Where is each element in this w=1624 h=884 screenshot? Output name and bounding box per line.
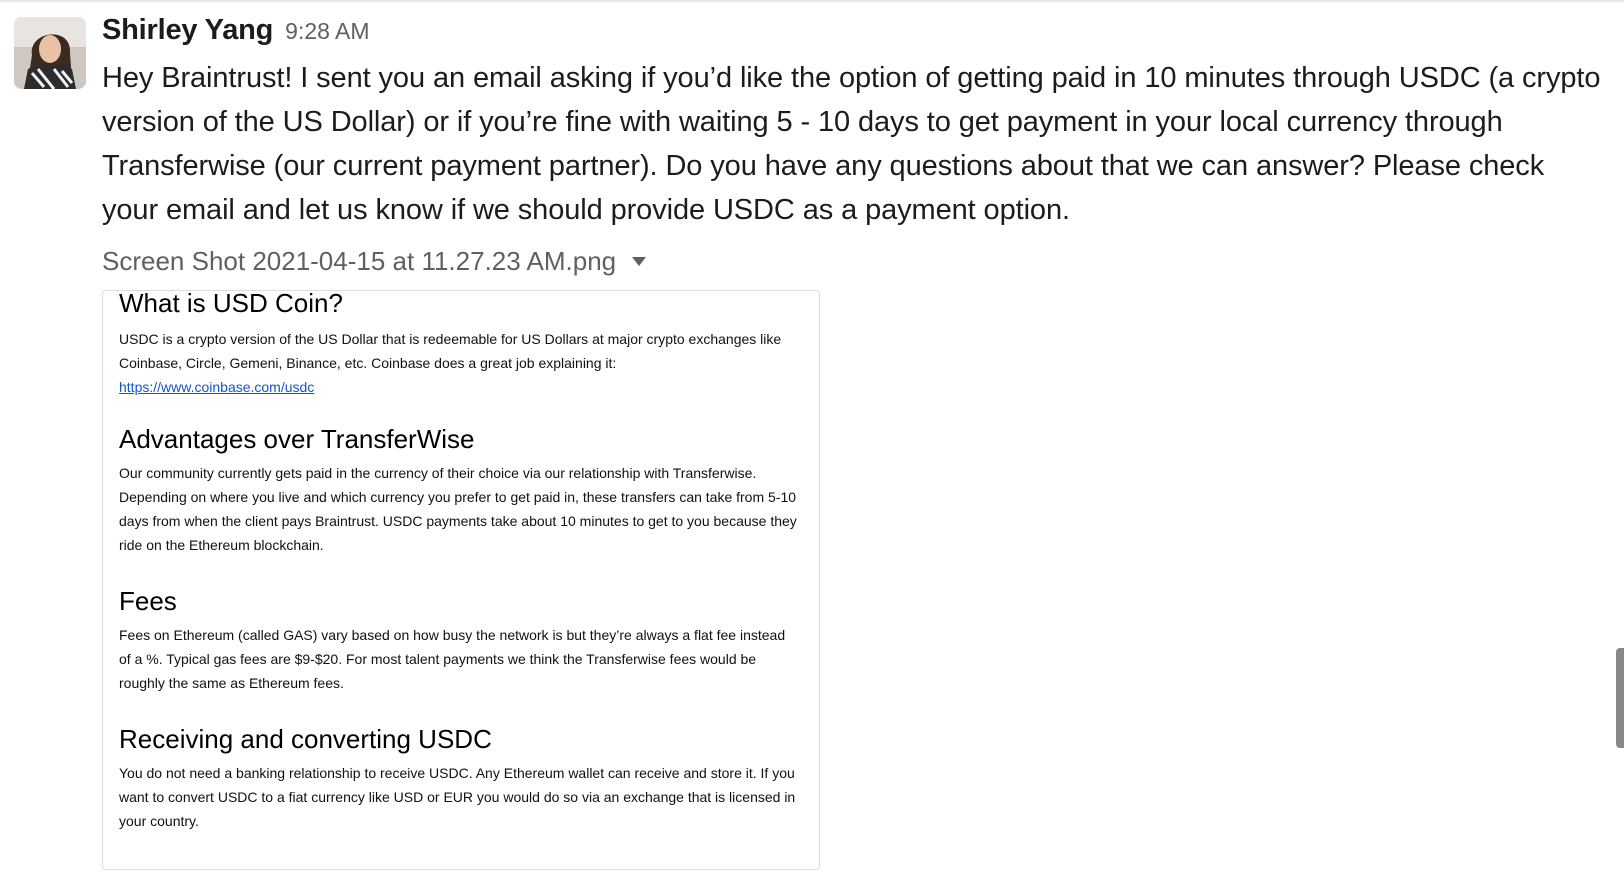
avatar[interactable] xyxy=(14,17,86,89)
doc-heading: Receiving and converting USDC xyxy=(119,724,492,754)
doc-heading: Advantages over TransferWise xyxy=(119,424,475,454)
avatar-image xyxy=(14,17,86,89)
message-text: Hey Braintrust! I sent you an email aski… xyxy=(102,62,1601,226)
doc-section-usd-coin: What is USD Coin? USDC is a crypto versi… xyxy=(119,290,799,399)
doc-paragraph: Fees on Ethereum (called GAS) vary based… xyxy=(119,627,786,691)
doc-paragraph: USDC is a crypto version of the US Dolla… xyxy=(119,331,782,371)
doc-section-receiving: Receiving and converting USDC You do not… xyxy=(119,723,799,833)
doc-link: https://www.coinbase.com/usdc xyxy=(119,379,315,395)
attachment-image[interactable]: What is USD Coin? USDC is a crypto versi… xyxy=(102,290,820,870)
message-timestamp[interactable]: 9:28 AM xyxy=(285,18,369,44)
doc-paragraph: Our community currently gets paid in the… xyxy=(119,465,797,553)
message-header: Shirley Yang 9:28 AM xyxy=(102,14,370,47)
sender-name[interactable]: Shirley Yang xyxy=(102,14,273,46)
doc-paragraph: You do not need a banking relationship t… xyxy=(119,765,796,829)
attachment-filename[interactable]: Screen Shot 2021-04-15 at 11.27.23 AM.pn… xyxy=(102,246,616,277)
divider xyxy=(0,0,1624,2)
scrollbar[interactable] xyxy=(1616,648,1624,748)
doc-heading: Fees xyxy=(119,586,177,616)
attachment-header: Screen Shot 2021-04-15 at 11.27.23 AM.pn… xyxy=(102,246,647,277)
doc-section-fees: Fees Fees on Ethereum (called GAS) vary … xyxy=(119,585,799,695)
doc-heading: What is USD Coin? xyxy=(119,290,343,318)
caret-down-icon[interactable] xyxy=(632,257,647,266)
doc-section-advantages: Advantages over TransferWise Our communi… xyxy=(119,423,799,557)
slack-message-view: Shirley Yang 9:28 AM Hey Braintrust! I se… xyxy=(0,0,1624,884)
